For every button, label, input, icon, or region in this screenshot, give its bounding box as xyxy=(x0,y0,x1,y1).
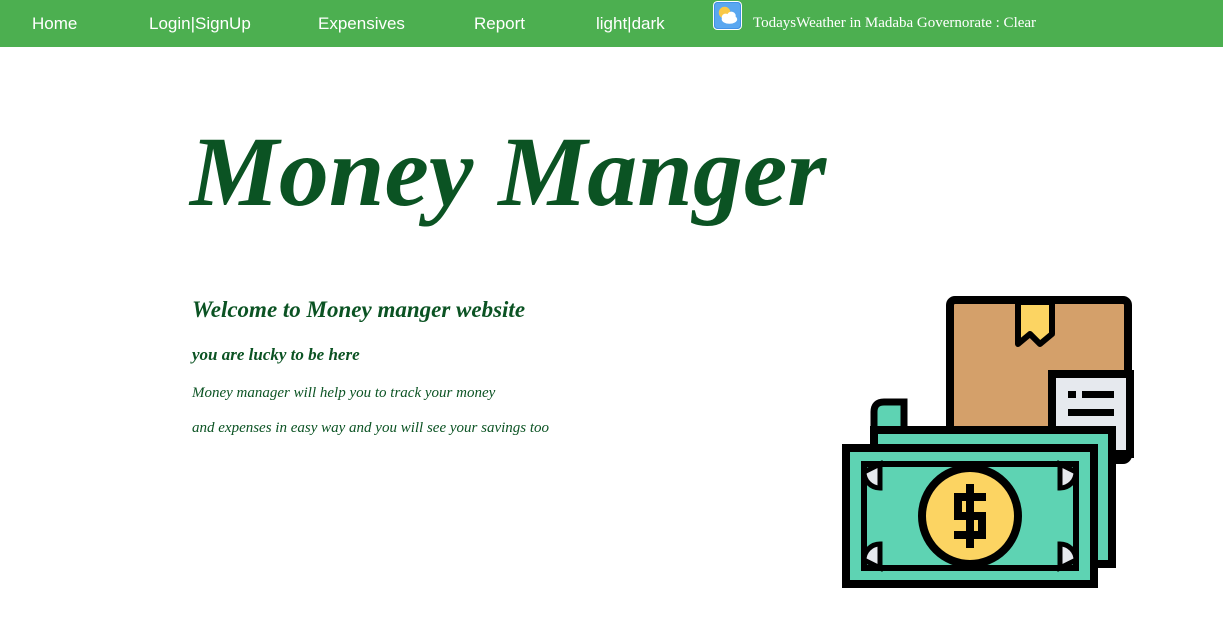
page-title: Money Manger xyxy=(190,116,827,227)
nav-login-signup-link[interactable]: Login|SignUp xyxy=(149,0,251,47)
description-line-2: and expenses in easy way and you will se… xyxy=(192,420,550,436)
weather-icon xyxy=(713,1,742,30)
top-navbar: Home Login|SignUp Expensives Report ligh… xyxy=(0,0,1223,47)
weather-status-text: TodaysWeather in Madaba Governorate : Cl… xyxy=(753,15,1037,31)
money-box-icon xyxy=(842,296,1134,588)
nav-home-link[interactable]: Home xyxy=(32,0,77,47)
nav-expensives-link[interactable]: Expensives xyxy=(318,0,405,47)
theme-toggle-link[interactable]: light|dark xyxy=(596,0,665,47)
description-line-1: Money manager will help you to track you… xyxy=(192,385,496,401)
nav-report-link[interactable]: Report xyxy=(474,0,525,47)
welcome-heading: Welcome to Money manger website xyxy=(192,297,526,322)
lucky-subheading: you are lucky to be here xyxy=(192,345,360,364)
